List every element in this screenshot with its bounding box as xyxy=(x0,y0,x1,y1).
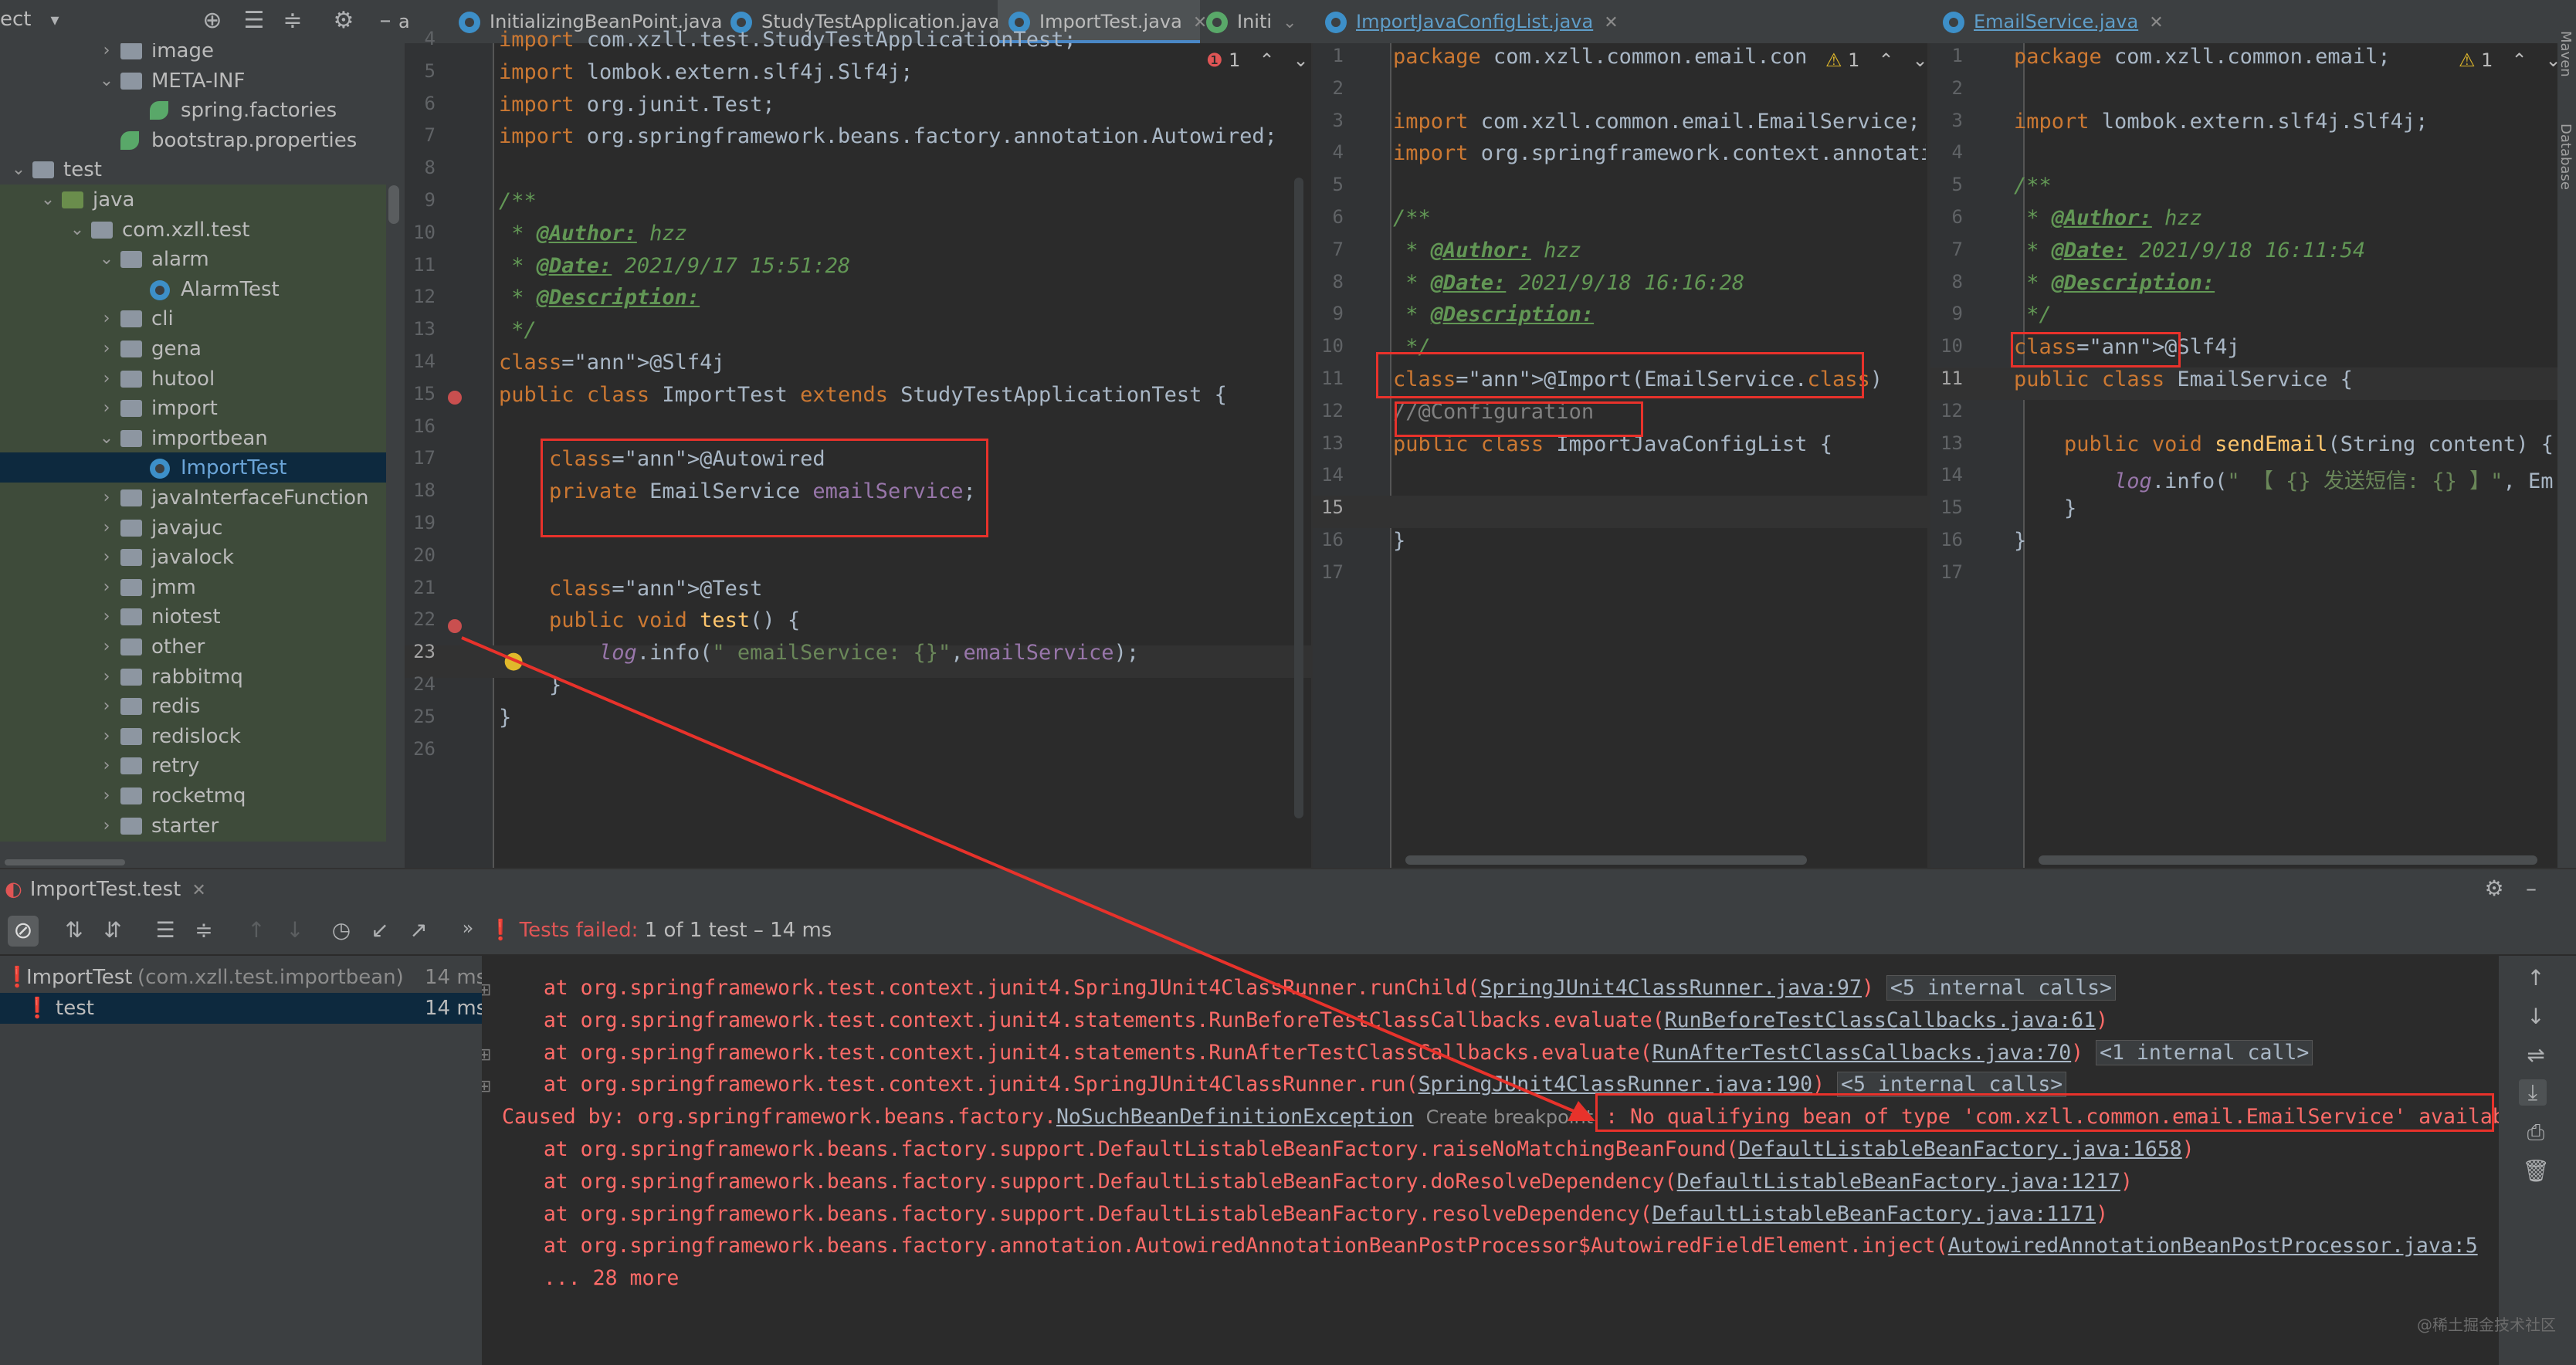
annotation-arrow xyxy=(461,636,1595,1121)
watermark: @稀土掘金技术社区 xyxy=(2417,1316,2556,1334)
